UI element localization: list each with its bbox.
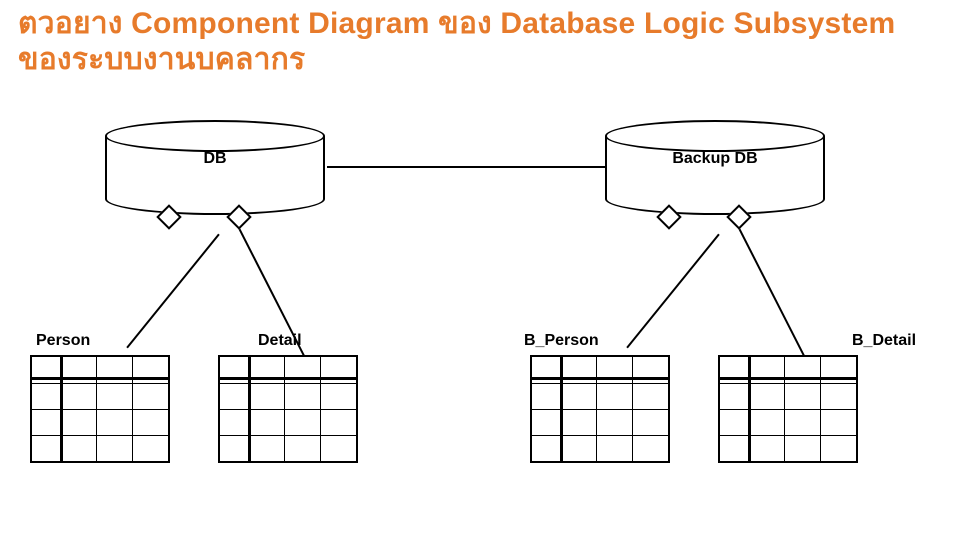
table-b-person-label: B_Person	[524, 332, 599, 350]
database-backup-db: Backup DB	[605, 120, 825, 215]
table-b-person	[530, 355, 670, 463]
diagram-title: ตวอยาง Component Diagram ของ Database Lo…	[18, 6, 938, 78]
database-db: DB	[105, 120, 325, 215]
connector-db-backup	[327, 166, 605, 168]
table-detail	[218, 355, 358, 463]
database-db-label: DB	[105, 150, 325, 168]
connector-backup-bperson	[626, 234, 719, 349]
table-person	[30, 355, 170, 463]
diagram-canvas: DB Backup DB Person Detail B_	[0, 100, 960, 540]
database-backup-db-label: Backup DB	[605, 150, 825, 168]
table-b-detail-label: B_Detail	[852, 332, 916, 350]
connector-db-person	[126, 234, 219, 349]
connector-backup-bdetail	[737, 226, 805, 357]
table-b-detail	[718, 355, 858, 463]
table-person-label: Person	[36, 332, 90, 350]
